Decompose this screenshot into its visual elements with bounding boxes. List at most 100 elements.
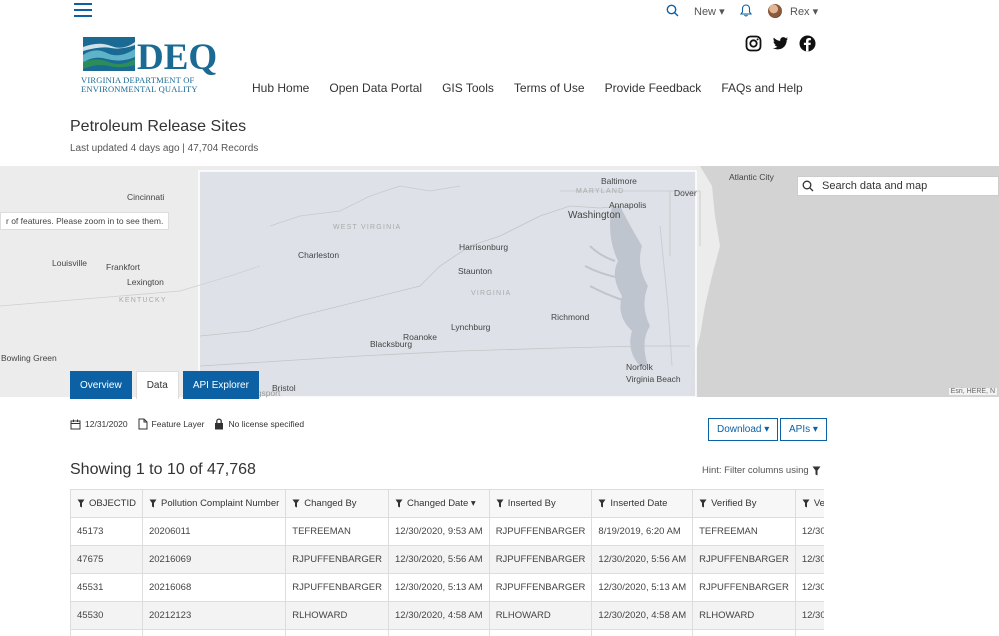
- avatar[interactable]: [768, 4, 782, 18]
- table-row[interactable]: 47675 20216069 RJPUFFENBARGER 12/30/2020…: [70, 545, 824, 574]
- nav-provide-feedback[interactable]: Provide Feedback: [605, 81, 702, 95]
- table-cell: 12/30/20: [794, 545, 824, 574]
- table-cell: 12/30/20: [794, 573, 824, 602]
- table-cell: RJPUFFENBARGER: [488, 573, 593, 602]
- tab-api-explorer[interactable]: API Explorer: [182, 371, 259, 399]
- column-header-inserted-date[interactable]: Inserted Date: [591, 489, 694, 518]
- filter-icon[interactable]: [802, 499, 810, 508]
- table-cell: [794, 629, 824, 636]
- filter-icon[interactable]: [699, 499, 707, 508]
- table-cell: RLHOWARD: [692, 601, 796, 630]
- filter-hint: Hint: Filter columns using: [702, 465, 821, 476]
- dataset-type: Feature Layer: [151, 419, 205, 429]
- caret-down-icon: ▾: [812, 424, 818, 435]
- apis-button[interactable]: APIs ▾: [780, 418, 827, 441]
- calendar-icon: [70, 419, 81, 429]
- data-table: OBJECTID Pollution Complaint Number Chan…: [70, 489, 824, 636]
- filter-icon[interactable]: [77, 499, 85, 508]
- map-label: Dover: [674, 188, 697, 198]
- table-cell: RJPUFFENBARGER: [488, 517, 593, 546]
- map-search-placeholder: Search data and map: [822, 180, 928, 192]
- column-header-verified-by[interactable]: Verified By: [692, 489, 796, 518]
- map-label: Baltimore: [601, 176, 637, 186]
- table-cell: [692, 629, 796, 636]
- nav-hub-home[interactable]: Hub Home: [252, 81, 309, 95]
- logo-subtitle: VIRGINIA DEPARTMENT OF ENVIRONMENTAL QUA…: [81, 76, 231, 94]
- results-count: Showing 1 to 10 of 47,768: [70, 461, 256, 478]
- caret-down-icon: ▾: [764, 424, 770, 435]
- column-label: OBJECTID: [89, 498, 136, 509]
- filter-hint-text: Hint: Filter columns using: [702, 465, 809, 476]
- table-cell: RLHOWARD: [285, 601, 389, 630]
- table-cell: 12/30/2020, 5:13 AM: [388, 573, 490, 602]
- table-cell: RJPUFFENBARGER: [488, 545, 593, 574]
- nav-faqs-and-help[interactable]: FAQs and Help: [721, 81, 802, 95]
- logo-text: DEQ: [137, 37, 217, 78]
- column-header-pollution-complaint-number[interactable]: Pollution Complaint Number: [141, 489, 287, 518]
- filter-icon[interactable]: [149, 499, 157, 508]
- table-row[interactable]: 45173 20206011 TEFREEMAN 12/30/2020, 9:5…: [70, 517, 824, 546]
- table-cell: RJPUFFENBARGER: [692, 573, 796, 602]
- hamburger-menu-icon[interactable]: [74, 3, 92, 19]
- bell-icon[interactable]: [740, 4, 752, 17]
- table-cell: 12/30/2020, 5:13 AM: [591, 573, 694, 602]
- table-cell: 45530: [70, 601, 143, 630]
- nav-gis-tools[interactable]: GIS Tools: [442, 81, 494, 95]
- table-row[interactable]: 45531 20216068 RJPUFFENBARGER 12/30/2020…: [70, 573, 824, 602]
- download-button[interactable]: Download ▾: [708, 418, 779, 441]
- caret-down-icon: ▾: [812, 6, 819, 18]
- table-cell: [488, 629, 593, 636]
- column-header-inserted-by[interactable]: Inserted By: [488, 489, 593, 518]
- nav-open-data-portal[interactable]: Open Data Portal: [329, 81, 422, 95]
- column-label: Inserted By: [507, 498, 556, 509]
- table-cell: 20212123: [141, 601, 287, 630]
- map-label: Cincinnati: [127, 192, 165, 202]
- caret-down-icon: ▾: [719, 6, 725, 18]
- table-cell: 12/30/20: [794, 601, 824, 630]
- column-header-objectid[interactable]: OBJECTID: [70, 489, 143, 518]
- logo-subtitle-line2: ENVIRONMENTAL QUALITY: [81, 84, 198, 94]
- search-icon[interactable]: [666, 4, 679, 17]
- instagram-icon[interactable]: [745, 35, 762, 52]
- column-header-changed-by[interactable]: Changed By: [285, 489, 389, 518]
- map-label: WEST VIRGINIA: [333, 224, 402, 231]
- table-cell: 45531: [70, 573, 143, 602]
- user-menu-button[interactable]: Rex ▾: [790, 5, 818, 18]
- map-label: Norfolk: [626, 362, 653, 372]
- nav-terms-of-use[interactable]: Terms of Use: [514, 81, 585, 95]
- new-button[interactable]: New ▾: [694, 5, 725, 18]
- table-cell: 20206011: [141, 517, 287, 546]
- map-label: Washington: [568, 210, 621, 221]
- filter-icon[interactable]: [292, 499, 300, 508]
- table-cell: TEFREEMAN: [285, 517, 389, 546]
- table-cell: RJPUFFENBARGER: [692, 545, 796, 574]
- social-links: [745, 35, 816, 52]
- column-header-verified-date[interactable]: Verifi: [794, 489, 824, 518]
- table-row[interactable]: [70, 629, 824, 636]
- filter-icon[interactable]: [598, 499, 606, 508]
- sort-caret-icon: ▾: [470, 498, 476, 509]
- filter-icon[interactable]: [395, 499, 403, 508]
- map-search-field[interactable]: Search data and map: [797, 176, 999, 196]
- filter-icon: [812, 466, 821, 475]
- table-cell: [70, 629, 143, 636]
- twitter-icon[interactable]: [772, 35, 789, 52]
- map-label: Virginia Beach: [626, 374, 681, 384]
- page-meta: Last updated 4 days ago | 47,704 Records: [70, 143, 259, 154]
- map-label: Staunton: [458, 266, 493, 276]
- map-label: KENTUCKY: [119, 297, 167, 304]
- column-label: Inserted Date: [610, 498, 668, 509]
- table-cell: 12/30/2020, 4:58 AM: [591, 601, 694, 630]
- table-cell: 20216068: [141, 573, 287, 602]
- table-cell: 12/30/2020, 9:53 AM: [388, 517, 490, 546]
- tab-overview[interactable]: Overview: [70, 371, 132, 399]
- map-label: Louisville: [52, 258, 87, 268]
- filter-icon[interactable]: [496, 499, 504, 508]
- map-label: Harrisonburg: [459, 242, 509, 252]
- column-header-changed-date[interactable]: Changed Date ▾: [388, 489, 490, 518]
- table-row[interactable]: 45530 20212123 RLHOWARD 12/30/2020, 4:58…: [70, 601, 824, 630]
- tab-data[interactable]: Data: [135, 371, 179, 399]
- dataset-date: 12/31/2020: [85, 419, 128, 429]
- table-cell: RJPUFFENBARGER: [285, 545, 389, 574]
- facebook-icon[interactable]: [799, 35, 816, 52]
